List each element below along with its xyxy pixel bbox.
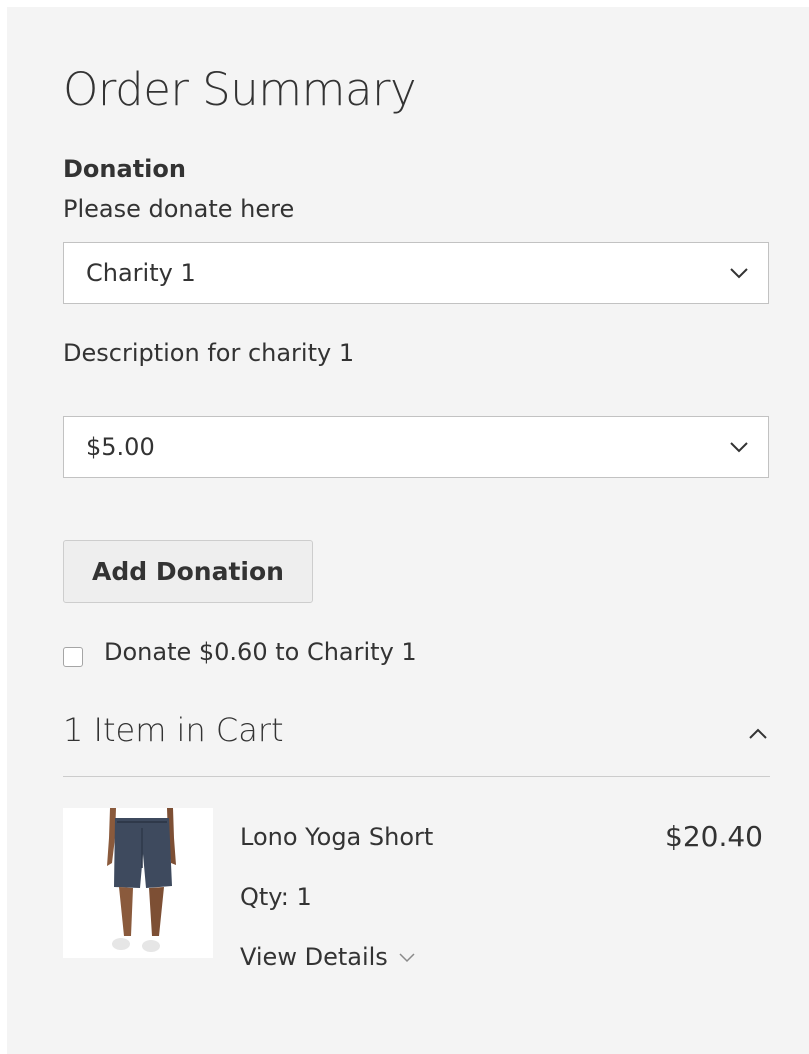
amount-select-value: $5.00 <box>86 433 155 461</box>
add-donation-button[interactable]: Add Donation <box>63 540 313 603</box>
chevron-down-icon <box>730 442 748 453</box>
page-title: Order Summary <box>63 63 417 116</box>
chevron-up-icon[interactable] <box>745 724 771 744</box>
donate-checkbox-label[interactable]: Donate $0.60 to Charity 1 <box>104 638 417 666</box>
cart-title[interactable]: 1 Item in Cart <box>63 711 284 749</box>
charity-description: Description for charity 1 <box>63 339 355 367</box>
view-details-label: View Details <box>240 943 388 971</box>
chevron-down-icon <box>399 953 415 963</box>
item-qty: Qty: 1 <box>240 883 312 911</box>
chevron-down-icon <box>730 268 748 279</box>
item-price: $20.40 <box>665 820 763 853</box>
donation-heading: Donation <box>63 155 186 183</box>
item-name[interactable]: Lono Yoga Short <box>240 823 433 851</box>
donation-subtitle: Please donate here <box>63 195 295 223</box>
order-summary-panel: Order Summary Donation Please donate her… <box>7 7 809 1054</box>
charity-select-value: Charity 1 <box>86 259 196 287</box>
donate-checkbox[interactable] <box>63 647 83 667</box>
divider <box>63 776 770 777</box>
charity-select[interactable]: Charity 1 <box>63 242 769 304</box>
product-image[interactable] <box>63 808 213 958</box>
amount-select[interactable]: $5.00 <box>63 416 769 478</box>
product-photo <box>63 808 213 958</box>
view-details-toggle[interactable]: View Details <box>240 943 416 971</box>
